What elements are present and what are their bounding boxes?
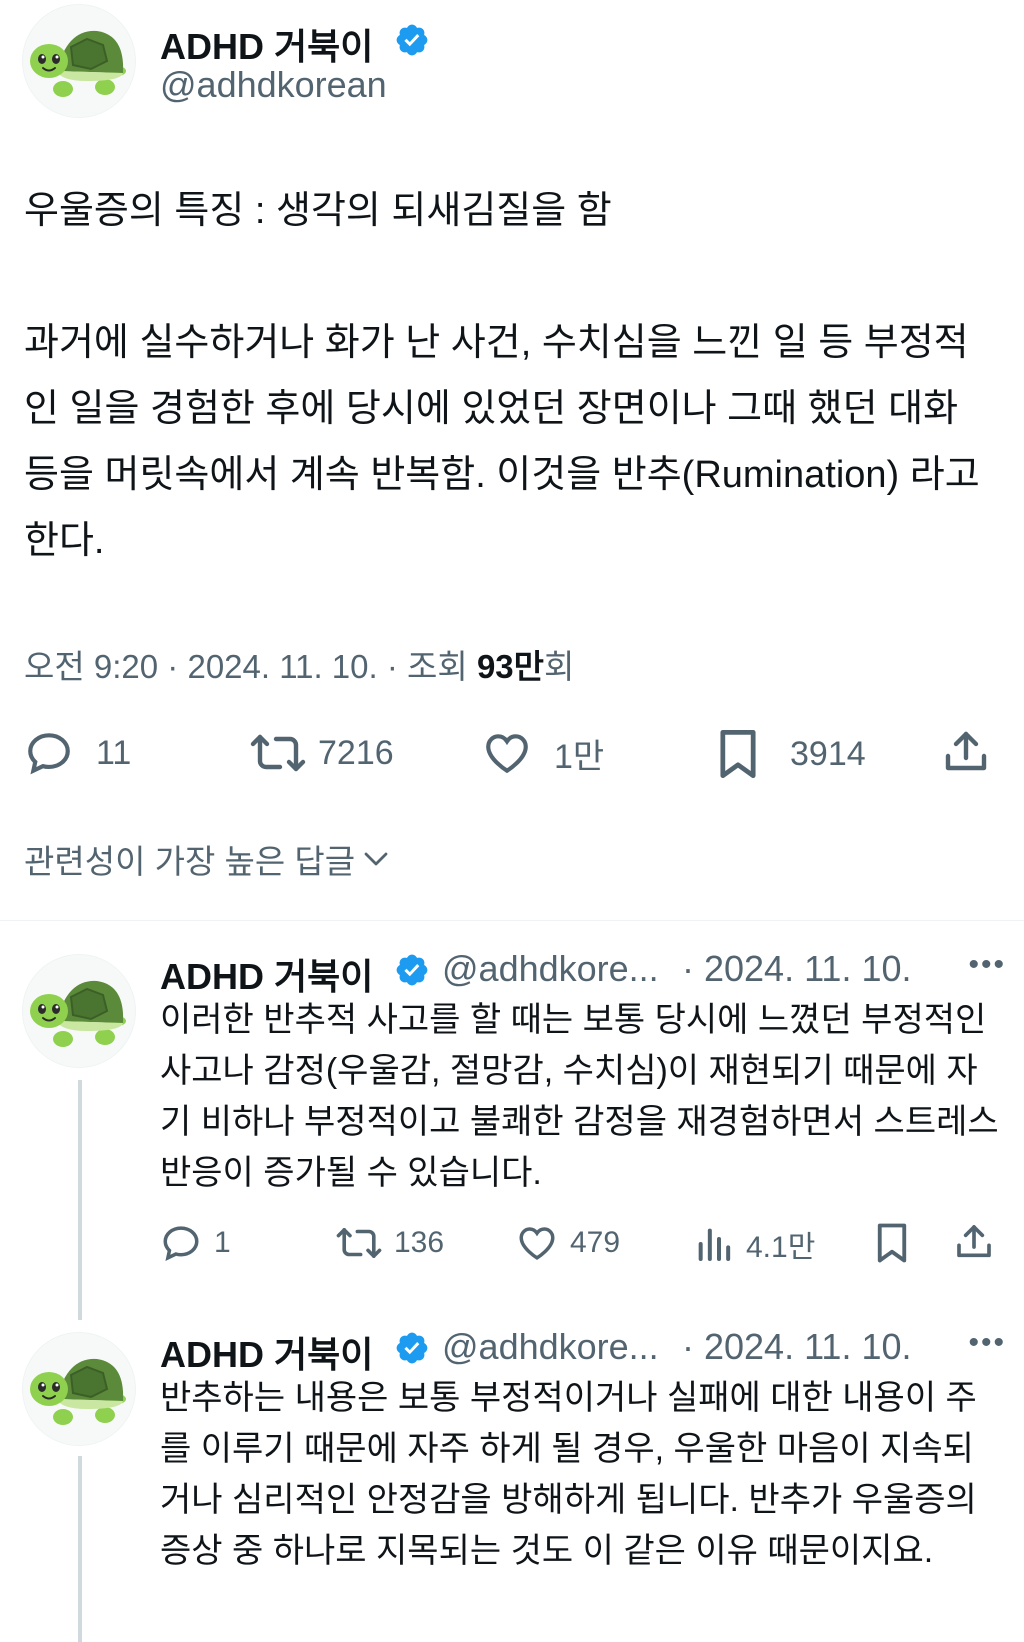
more-dots-icon[interactable]: ••• (968, 948, 1006, 982)
thread-line (78, 1456, 82, 1642)
reply-sort-label: 관련성이 가장 높은 답글 (24, 843, 356, 880)
reply-text: 이러한 반추적 사고를 할 때는 보통 당시에 느꼈던 부정적인 사고나 감정(… (160, 1001, 999, 1192)
verified-badge-icon (394, 1330, 430, 1366)
turtle-emoji-icon (27, 1349, 131, 1429)
reply-sort-dropdown[interactable]: 관련성이 가장 높은 답글 (24, 835, 391, 883)
tweet-text: 우울증의 특징 : 생각의 되새김질을 함 과거에 실수하거나 화가 난 사건,… (24, 178, 999, 574)
share-icon (945, 731, 987, 771)
retweet-button[interactable]: 7216 (250, 728, 394, 778)
bookmark-icon (877, 1223, 907, 1263)
reply-button[interactable]: 1 (160, 1222, 231, 1264)
reply-button[interactable]: 11 (24, 728, 131, 778)
verified-badge-icon (394, 952, 430, 988)
reply-date[interactable]: · 2024. 11. 10. (682, 1326, 912, 1368)
meta-separator: · (167, 648, 179, 685)
views-count: 93만 (476, 648, 545, 685)
more-dots-icon[interactable]: ••• (968, 1326, 1006, 1360)
tweet-meta: 오전 9:20 · 2024. 11. 10. · 조회 93만회 (24, 640, 574, 688)
like-count: 1만 (554, 737, 605, 776)
reply-author-name[interactable]: ADHD 거북이 (160, 1326, 373, 1378)
analytics-icon (698, 1228, 731, 1261)
like-button[interactable]: 479 (516, 1222, 620, 1264)
reply-author-handle[interactable]: @adhdkore... (442, 948, 659, 990)
share-button[interactable] (942, 728, 990, 776)
like-count: 479 (570, 1226, 621, 1259)
verified-badge-icon (394, 22, 430, 58)
views-button[interactable]: 4.1만 (694, 1222, 815, 1266)
like-button[interactable]: 1만 (482, 728, 604, 778)
turtle-emoji-icon (27, 971, 131, 1051)
views-count: 4.1만 (746, 1231, 816, 1264)
turtle-emoji-icon (27, 21, 131, 101)
share-button[interactable] (954, 1222, 994, 1262)
reply-icon (28, 733, 70, 775)
avatar[interactable] (22, 954, 136, 1068)
retweet-count: 136 (394, 1226, 445, 1259)
heart-icon (486, 734, 528, 774)
meta-separator: · (386, 648, 398, 685)
author-name[interactable]: ADHD 거북이 (160, 18, 373, 70)
avatar[interactable] (22, 4, 136, 118)
bookmark-button[interactable] (874, 1222, 910, 1264)
reply-count: 1 (214, 1226, 231, 1259)
bookmark-icon (720, 729, 756, 779)
retweet-icon (336, 1228, 382, 1258)
heart-icon (519, 1227, 555, 1260)
reply-text: 반추하는 내용은 보통 부정적이거나 실패에 대한 내용이 주를 이루기 때문에… (160, 1379, 977, 1570)
divider (0, 920, 1024, 921)
avatar[interactable] (22, 1332, 136, 1446)
reply-author-name[interactable]: ADHD 거북이 (160, 948, 373, 1000)
tweet-text-body: 과거에 실수하거나 화가 난 사건, 수치심을 느낀 일 등 부정적인 일을 경… (24, 322, 980, 562)
share-icon (957, 1225, 991, 1258)
reply-author-handle[interactable]: @adhdkore... (442, 1326, 659, 1368)
retweet-icon (250, 734, 306, 772)
bookmark-button[interactable]: 3914 (716, 728, 866, 780)
views-suffix: 회 (544, 648, 575, 685)
bookmark-count: 3914 (790, 734, 866, 773)
reply-count: 11 (96, 733, 132, 772)
retweet-count: 7216 (318, 733, 394, 772)
retweet-button[interactable]: 136 (336, 1222, 444, 1264)
tweet-text-title: 우울증의 특징 : 생각의 되새김질을 함 (24, 190, 612, 232)
reply-date[interactable]: · 2024. 11. 10. (682, 948, 912, 990)
reply-icon (163, 1226, 199, 1261)
author-handle[interactable]: @adhdkorean (160, 64, 387, 106)
tweet-time[interactable]: 오전 9:20 (24, 648, 158, 685)
views-label: 조회 (407, 648, 468, 685)
chevron-down-icon (364, 852, 388, 866)
tweet-date[interactable]: 2024. 11. 10. (187, 648, 377, 685)
thread-line (78, 1080, 82, 1320)
